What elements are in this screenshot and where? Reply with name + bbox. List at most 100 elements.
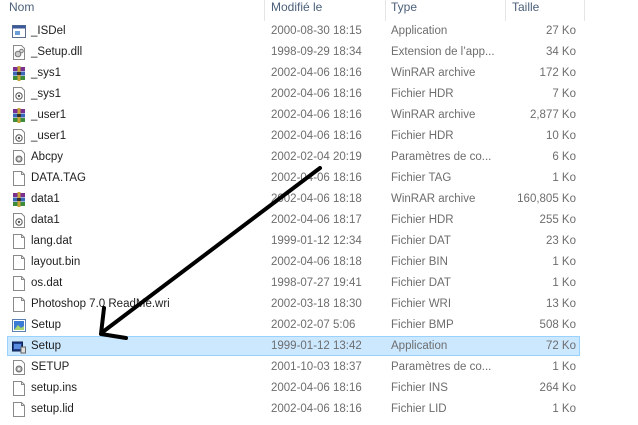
file-row[interactable]: data1 2002-04-06 18:18 WinRAR archive 160,8… — [0, 189, 638, 210]
winrar-icon — [12, 66, 26, 81]
file-row[interactable]: SETUP 2001-10-03 18:37 Paramètres de co...… — [0, 357, 638, 378]
blank-file-icon — [12, 234, 26, 249]
file-row[interactable]: setup.lid 2002-04-06 18:16 Fichier LID 1 Ko — [0, 399, 638, 420]
file-row[interactable]: _sys1 2002-04-06 18:16 WinRAR archive 172 K… — [0, 63, 638, 84]
file-name: _sys1 — [31, 67, 62, 79]
column-header-size[interactable]: Taille — [512, 0, 539, 21]
hdr-file-icon — [12, 213, 26, 228]
blank-file-icon — [12, 297, 26, 312]
column-divider[interactable] — [505, 0, 506, 21]
file-modified-date: 2002-04-06 18:18 — [271, 256, 362, 268]
file-modified-date: 2002-04-06 18:16 — [271, 382, 362, 394]
blank-file-icon — [12, 255, 26, 270]
file-row[interactable]: data1 2002-04-06 18:17 Fichier HDR 255 Ko — [0, 210, 638, 231]
file-type: WinRAR archive — [391, 193, 476, 205]
file-name: data1 — [31, 193, 60, 205]
column-header-bar: Nom Modifié le Type Taille — [0, 0, 638, 21]
settings-file-icon — [12, 360, 26, 375]
file-modified-date: 2002-04-06 18:16 — [271, 67, 362, 79]
application-icon — [12, 24, 26, 39]
file-modified-date: 1998-07-27 19:41 — [271, 277, 362, 289]
file-name: data1 — [31, 214, 60, 226]
winrar-icon — [12, 192, 26, 207]
file-row[interactable]: _sys1 2002-04-06 18:16 Fichier HDR 7 Ko — [0, 84, 638, 105]
file-name: os.dat — [31, 277, 63, 289]
file-row[interactable]: DATA.TAG 2002-04-06 18:16 Fichier TAG 1 Ko — [0, 168, 638, 189]
file-name: _sys1 — [31, 88, 62, 100]
file-row[interactable]: setup.ins 2002-04-06 18:16 Fichier INS 264 … — [0, 378, 638, 399]
file-row[interactable]: Photoshop 7.0 ReadMe.wri 2002-03-18 18:30… — [0, 294, 638, 315]
file-size: 160,805 Ko — [517, 193, 576, 205]
file-type: Fichier WRI — [391, 298, 452, 310]
column-divider[interactable] — [584, 0, 585, 21]
column-header-name[interactable]: Nom — [9, 0, 34, 21]
file-size: 172 Ko — [539, 67, 576, 79]
file-modified-date: 2002-04-06 18:16 — [271, 109, 362, 121]
file-modified-date: 1999-01-12 13:42 — [271, 340, 362, 352]
file-type: Application — [391, 340, 448, 352]
file-type: Fichier TAG — [391, 172, 452, 184]
file-name: Abcpy — [31, 151, 63, 163]
file-size: 7 Ko — [552, 88, 576, 100]
column-divider[interactable] — [264, 0, 265, 21]
file-type: Fichier HDR — [391, 88, 454, 100]
file-size: 508 Ko — [539, 319, 576, 331]
file-type: Fichier BMP — [391, 319, 454, 331]
file-modified-date: 2002-03-18 18:30 — [271, 298, 362, 310]
file-size: 10 Ko — [545, 130, 576, 142]
file-row[interactable]: layout.bin 2002-04-06 18:18 Fichier BIN 1 K… — [0, 252, 638, 273]
file-modified-date: 2002-04-06 18:18 — [271, 193, 362, 205]
file-size: 1 Ko — [552, 277, 576, 289]
file-type: Fichier DAT — [391, 277, 451, 289]
file-size: 23 Ko — [545, 235, 576, 247]
file-row[interactable]: Abcpy 2002-02-04 20:19 Paramètres de co...… — [0, 147, 638, 168]
file-row[interactable]: _ISDel 2000-08-30 18:15 Application 27 Ko — [0, 21, 638, 42]
blank-file-icon — [12, 171, 26, 186]
file-size: 1 Ko — [552, 403, 576, 415]
file-size: 13 Ko — [545, 298, 576, 310]
file-type: Fichier LID — [391, 403, 447, 415]
file-modified-date: 2002-04-06 18:16 — [271, 403, 362, 415]
file-name: DATA.TAG — [31, 172, 86, 184]
file-size: 264 Ko — [539, 382, 576, 394]
file-row[interactable]: _user1 2002-04-06 18:16 WinRAR archive 2,87… — [0, 105, 638, 126]
file-row[interactable]: Setup 2002-02-07 5:06 Fichier BMP 508 Ko — [0, 315, 638, 336]
file-type: WinRAR archive — [391, 109, 476, 121]
file-row[interactable]: lang.dat 1999-01-12 12:34 Fichier DAT 23 Ko — [0, 231, 638, 252]
file-row[interactable]: _Setup.dll 1998-09-29 18:34 Extension de l… — [0, 42, 638, 63]
column-header-type[interactable]: Type — [391, 0, 417, 21]
file-size: 34 Ko — [545, 46, 576, 58]
file-row[interactable]: os.dat 1998-07-27 19:41 Fichier DAT 1 Ko — [0, 273, 638, 294]
file-size: 72 Ko — [545, 340, 576, 352]
file-type: Application — [391, 25, 448, 37]
file-name: layout.bin — [31, 256, 81, 268]
file-modified-date: 2002-04-06 18:17 — [271, 214, 362, 226]
file-name: lang.dat — [31, 235, 72, 247]
blank-file-icon — [12, 276, 26, 291]
file-size: 27 Ko — [545, 25, 576, 37]
file-name: _Setup.dll — [31, 46, 83, 58]
setup-application-icon — [12, 339, 26, 354]
file-type: WinRAR archive — [391, 67, 476, 79]
file-name: setup.lid — [31, 403, 74, 415]
file-modified-date: 1999-01-12 12:34 — [271, 235, 362, 247]
file-name: setup.ins — [31, 382, 78, 394]
bitmap-icon — [12, 318, 26, 333]
dll-icon — [12, 45, 26, 60]
file-name: _user1 — [31, 130, 67, 142]
file-size: 6 Ko — [552, 151, 576, 163]
column-divider[interactable] — [385, 0, 386, 21]
file-name: _ISDel — [31, 25, 66, 37]
file-type: Fichier HDR — [391, 130, 454, 142]
file-row[interactable]: Setup 1999-01-12 13:42 Application 72 Ko — [0, 336, 638, 357]
file-modified-date: 2002-04-06 18:16 — [271, 172, 362, 184]
file-modified-date: 2001-10-03 18:37 — [271, 361, 362, 373]
file-row[interactable]: _user1 2002-04-06 18:16 Fichier HDR 10 Ko — [0, 126, 638, 147]
file-size: 2,877 Ko — [529, 109, 576, 121]
settings-file-icon — [12, 150, 26, 165]
file-size: 255 Ko — [539, 214, 576, 226]
file-modified-date: 2002-02-04 20:19 — [271, 151, 362, 163]
file-type: Fichier INS — [391, 382, 448, 394]
column-header-date[interactable]: Modifié le — [271, 0, 322, 21]
winrar-icon — [12, 108, 26, 123]
